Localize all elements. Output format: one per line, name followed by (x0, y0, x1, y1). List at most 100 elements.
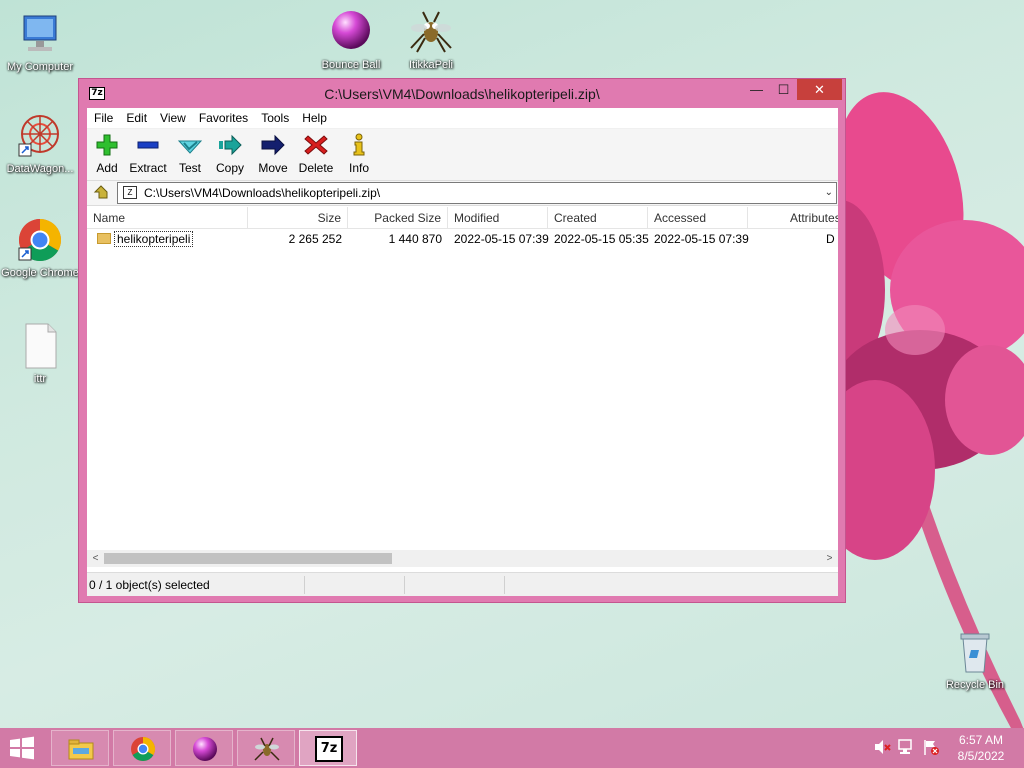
delete-label: Delete (298, 161, 334, 175)
chevron-down-icon[interactable]: ⌄ (825, 183, 833, 203)
horizontal-scrollbar[interactable]: < > (87, 550, 838, 567)
title-bar[interactable]: 7z C:\Users\VM4\Downloads\helikopteripel… (79, 79, 845, 107)
scroll-right-button[interactable]: > (821, 550, 838, 567)
row-attributes: D (826, 232, 835, 246)
row-name: helikopteripeli (114, 231, 194, 247)
maximize-button[interactable]: ☐ (770, 79, 797, 100)
info-label: Info (348, 161, 369, 175)
minus-icon (135, 133, 161, 157)
taskbar-bounce-ball[interactable] (175, 730, 233, 766)
file-list[interactable]: Name Size Packed Size Modified Created A… (87, 207, 838, 567)
extract-button[interactable]: Extract (127, 131, 169, 175)
clock-date: 8/5/2022 (957, 749, 1005, 763)
delete-x-icon (303, 133, 329, 157)
desktop-icon-datawagon[interactable]: DataWagon... (0, 112, 80, 176)
volume-muted-icon[interactable] (873, 738, 891, 756)
status-text: 0 / 1 object(s) selected (87, 576, 305, 594)
window-client-area: File Edit View Favorites Tools Help Add Extra… (87, 108, 838, 596)
taskbar: 7z 6:57 AM 8/5/2022 (0, 728, 1024, 768)
chrome-icon (16, 216, 64, 264)
status-segment (505, 576, 838, 594)
desktop-icon-ittr[interactable]: ittr (0, 322, 80, 386)
taskbar-file-explorer[interactable] (51, 730, 109, 766)
test-label: Test (178, 161, 201, 175)
column-header-accessed[interactable]: Accessed (648, 207, 748, 229)
menu-tools[interactable]: Tools (254, 108, 295, 125)
desktop-icon-recycle-bin[interactable]: Recycle Bin (935, 628, 1015, 692)
extract-label: Extract (129, 161, 167, 175)
desktop-icon-label: Recycle Bin (945, 679, 1005, 691)
clock-time: 6:57 AM (958, 733, 1004, 747)
7zip-file-manager-window[interactable]: 7z C:\Users\VM4\Downloads\helikopteripel… (78, 78, 846, 603)
mosquito-icon (407, 8, 455, 56)
copy-arrow-icon (217, 133, 243, 157)
row-size: 2 265 252 (288, 232, 342, 246)
taskbar-7zip[interactable]: 7z (299, 730, 357, 766)
row-accessed: 2022-05-15 07:39 (654, 232, 749, 246)
status-segment (405, 576, 505, 594)
move-button[interactable]: Move (255, 131, 291, 175)
up-folder-button[interactable] (93, 184, 109, 200)
table-row[interactable]: helikopteripeli 2 265 252 1 440 870 2022… (87, 229, 838, 249)
desktop-icon-label: Google Chrome (1, 267, 79, 279)
menu-bar: File Edit View Favorites Tools Help (87, 108, 838, 129)
row-modified: 2022-05-15 07:39 (454, 232, 549, 246)
status-segment (305, 576, 405, 594)
desktop-icon-my-computer[interactable]: My Computer (0, 10, 80, 74)
menu-view[interactable]: View (153, 108, 192, 125)
window-title: C:\Users\VM4\Downloads\helikopteripeli.z… (324, 86, 600, 102)
column-header-created[interactable]: Created (548, 207, 648, 229)
menu-favorites[interactable]: Favorites (192, 108, 254, 125)
copy-button[interactable]: Copy (213, 131, 247, 175)
column-header-size[interactable]: Size (248, 207, 348, 229)
close-button[interactable]: ✕ (797, 79, 842, 100)
column-header-attributes[interactable]: Attributes (748, 207, 838, 229)
status-bar: 0 / 1 object(s) selected (87, 572, 838, 596)
menu-file[interactable]: File (87, 108, 119, 125)
desktop-icon-bounce-ball[interactable]: Bounce Ball (311, 8, 391, 72)
system-clock[interactable]: 6:57 AM 8/5/2022 (952, 732, 1010, 764)
plus-icon (94, 133, 120, 157)
menu-help[interactable]: Help (295, 108, 333, 125)
taskbar-itikkapeli[interactable] (237, 730, 295, 766)
folder-icon (97, 233, 111, 244)
bounce-ball-icon (191, 736, 219, 762)
7zip-icon: 7z (315, 736, 343, 762)
desktop-icon-label: ittr (33, 373, 47, 385)
info-icon (346, 133, 372, 157)
list-header: Name Size Packed Size Modified Created A… (87, 207, 838, 229)
windows-logo-icon (10, 736, 34, 760)
start-button[interactable] (8, 736, 36, 760)
chrome-icon (129, 736, 157, 762)
info-button[interactable]: Info (343, 131, 375, 175)
desktop-icon-label: My Computer (6, 61, 74, 73)
move-arrow-icon (260, 133, 286, 157)
action-center-flag-icon[interactable] (922, 738, 940, 756)
recycle-bin-icon (951, 628, 999, 676)
minimize-button[interactable]: — (743, 79, 770, 100)
add-button[interactable]: Add (90, 131, 124, 175)
address-path: C:\Users\VM4\Downloads\helikopteripeli.z… (144, 186, 381, 200)
datawagon-icon (16, 112, 64, 160)
row-created: 2022-05-15 05:35 (554, 232, 649, 246)
desktop-icon-itikkapeli[interactable]: ItikkaPeli (391, 8, 471, 72)
column-header-name[interactable]: Name (87, 207, 248, 229)
scroll-left-button[interactable]: < (87, 550, 104, 567)
scroll-thumb[interactable] (104, 553, 392, 564)
copy-label: Copy (215, 161, 244, 175)
address-field[interactable]: Z C:\Users\VM4\Downloads\helikopteripeli… (117, 182, 837, 204)
column-header-packed-size[interactable]: Packed Size (348, 207, 448, 229)
delete-button[interactable]: Delete (297, 131, 335, 175)
network-icon[interactable] (898, 738, 916, 756)
taskbar-chrome[interactable] (113, 730, 171, 766)
test-button[interactable]: Test (173, 131, 207, 175)
desktop-icon-google-chrome[interactable]: Google Chrome (0, 216, 80, 280)
menu-edit[interactable]: Edit (119, 108, 153, 125)
column-header-modified[interactable]: Modified (448, 207, 548, 229)
itikkapeli-icon (253, 736, 281, 762)
desktop-icon-label: DataWagon... (6, 163, 74, 175)
desktop-icon-label: Bounce Ball (321, 59, 381, 71)
zip-archive-icon: Z (123, 186, 137, 199)
address-bar: Z C:\Users\VM4\Downloads\helikopteripeli… (87, 181, 838, 206)
bounce-ball-icon (327, 8, 375, 56)
